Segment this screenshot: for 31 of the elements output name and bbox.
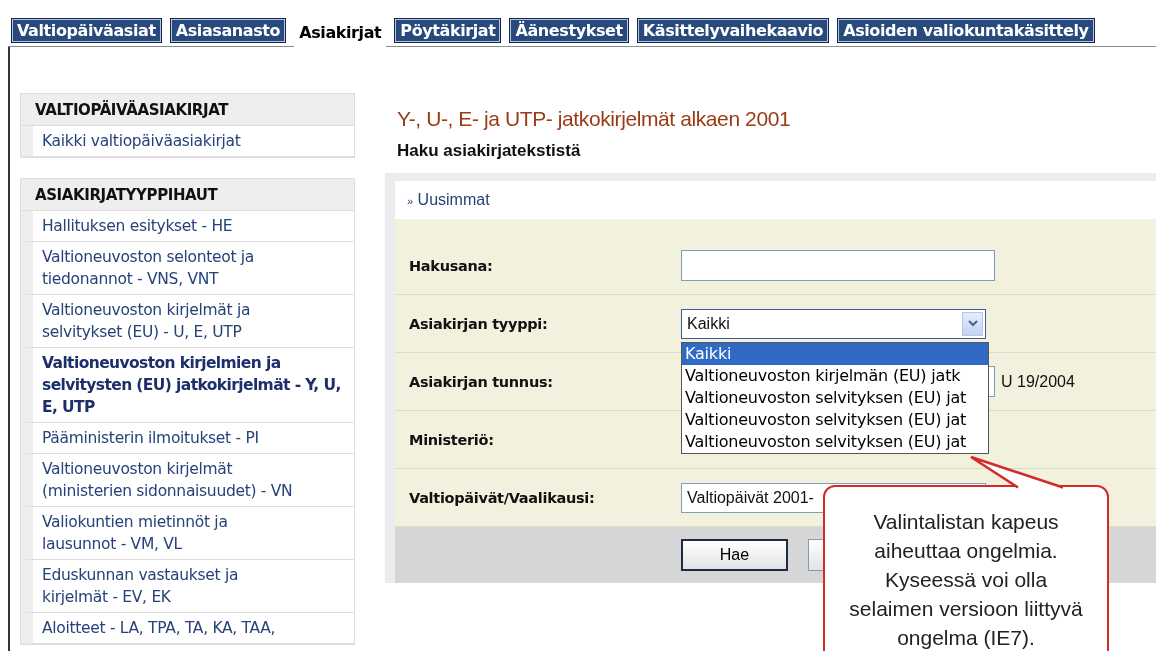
sidebar-link[interactable]: Valtioneuvoston kirjelmät ja selvitykset (EU) - U, E, UTP — [21, 295, 354, 348]
section-heading: ASIAKIRJATYYPPIHAUT — [21, 179, 354, 211]
nav-tab[interactable]: Pöytäkirjat — [394, 18, 502, 43]
sidebar-link[interactable]: Aloitteet - LA, TPA, TA, KA, TAA, — [21, 613, 354, 644]
nav-tab[interactable]: Valtiopäiväasiat — [11, 18, 162, 43]
nav-tab[interactable]: Äänestykset — [509, 18, 629, 43]
sidebar-link[interactable]: Valtioneuvoston selonteot ja tiedonannot - VNS, VNT — [21, 242, 354, 295]
field-label: Asiakirjan tyyppi: — [409, 315, 549, 332]
section-subtitle: Haku asiakirjatekstistä — [396, 140, 582, 161]
field-hint: U 19/2004 — [1001, 372, 1075, 391]
text-field[interactable] — [681, 250, 995, 281]
sidebar-link[interactable]: Kaikki valtiopäiväasiakirjat — [21, 126, 354, 157]
nav-tab[interactable]: Asiasanasto — [169, 18, 287, 43]
page-title: Y-, U-, E- ja UTP- jatkokirjelmät alkaen 2001 — [396, 107, 792, 131]
search-button[interactable]: Hae — [681, 539, 788, 571]
field-label: Ministeriö: — [409, 431, 495, 448]
sidebar-link[interactable]: Valiokuntien mietinnöt ja lausunnot - VM, VL — [21, 507, 354, 560]
nav-tab[interactable]: Käsittelyvaihekaavio — [636, 18, 830, 43]
field-label: Valtiopäivät/Vaalikausi: — [409, 489, 596, 506]
sidebar-link[interactable]: Pääministerin ilmoitukset - PI — [21, 423, 354, 454]
dropdown[interactable]: Kaikki — [681, 308, 986, 339]
dropdown-option[interactable]: Kaikki — [682, 343, 988, 365]
sidebar-link[interactable]: Eduskunnan vastaukset ja kirjelmät - EV, EK — [21, 560, 354, 613]
sidebar-link[interactable]: Valtioneuvoston kirjelmät (ministerien sidonnaisuudet) - VN — [21, 454, 354, 507]
sidebar-link[interactable]: Valtioneuvoston kirjelmien ja selvitysten (EU) jatkokirjelmät - Y, U, E, UTP — [21, 348, 354, 423]
nav-tab[interactable]: Asioiden valiokuntakäsittely — [837, 18, 1095, 43]
sidebar-link[interactable]: Hallituksen esitykset - HE — [21, 211, 354, 242]
field-label: Asiakirjan tunnus: — [409, 373, 554, 390]
section-heading: VALTIOPÄIVÄASIAKIRJAT — [21, 94, 354, 126]
latest-link[interactable]: » Uusimmat — [407, 191, 490, 209]
field-label: Hakusana: — [409, 257, 494, 274]
